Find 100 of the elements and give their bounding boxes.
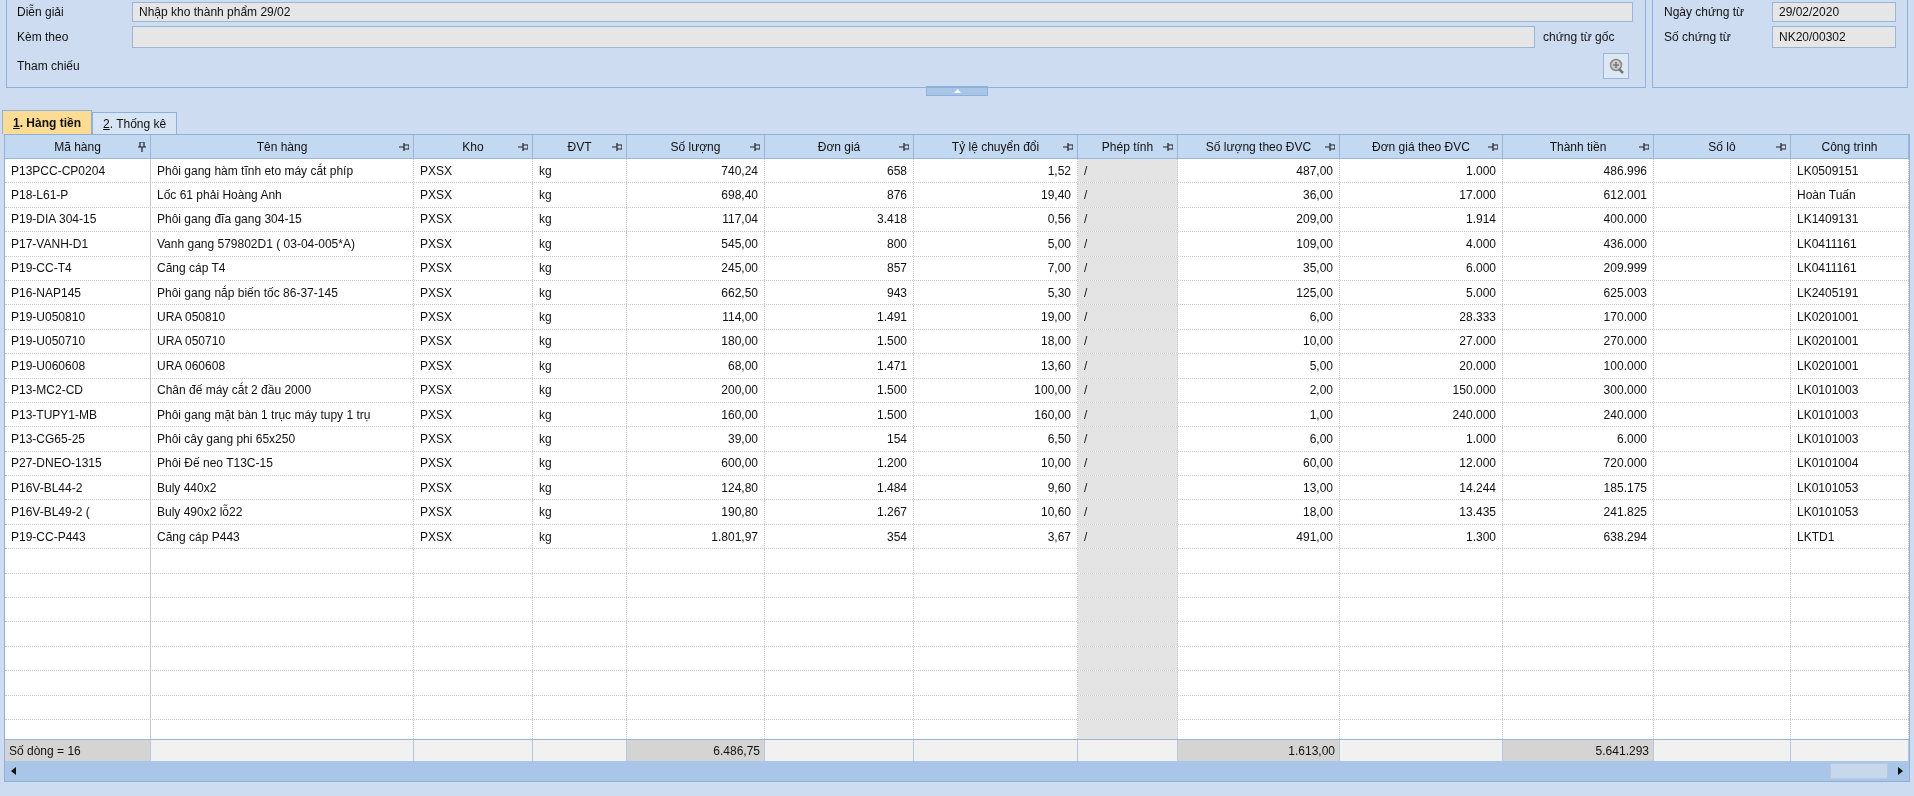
tab[interactable]: 1. Hàng tiền	[2, 110, 93, 134]
pin-icon[interactable]	[1063, 143, 1073, 151]
table-cell-text: 1.500	[876, 333, 907, 351]
table-cell-text: 19,00	[1040, 309, 1071, 327]
table-cell-text: P19-CC-T4	[11, 260, 72, 278]
table-cell-text: 124,80	[721, 479, 758, 497]
scrollbar-thumb[interactable]	[1830, 763, 1888, 779]
table-cell-text: 100,00	[1034, 382, 1071, 400]
table-cell-text: 6,00	[1309, 431, 1333, 448]
table-cell-text: 1.300	[1465, 528, 1496, 546]
table-cell: /	[1078, 451, 1178, 476]
table-cell: /	[1078, 476, 1178, 500]
table-cell-text: 36,00	[1302, 187, 1333, 205]
column-header[interactable]: Số lượng theo ĐVC	[1205, 137, 1312, 156]
scroll-left-icon[interactable]	[11, 767, 16, 775]
collapse-handle[interactable]	[926, 86, 988, 96]
pin-icon[interactable]	[612, 143, 622, 151]
table-cell-text: 1,00	[1309, 406, 1333, 424]
table-cell-text: 20.000	[1459, 357, 1496, 375]
table-cell-text: P13PCC-CP0204	[11, 162, 106, 180]
table-cell-text: kg	[539, 162, 552, 180]
column-header[interactable]: Số lô	[1708, 137, 1736, 156]
column-header[interactable]: ĐVT	[567, 137, 592, 156]
column-header[interactable]: Tỷ lệ chuyển đổi	[951, 137, 1040, 156]
table-cell: /	[1078, 402, 1178, 427]
field-label: Diễn giải	[17, 3, 65, 21]
column-header[interactable]: Phép tính	[1101, 137, 1154, 156]
table-cell-text: 876	[886, 187, 907, 205]
table-cell-text: PXSX	[420, 528, 452, 546]
table-cell-text: 638.294	[1603, 528, 1647, 546]
table-cell-text: kg	[539, 382, 552, 400]
table-cell-text: LKTD1	[1797, 528, 1835, 546]
table-cell: /	[1078, 500, 1178, 524]
pin-icon[interactable]	[1639, 143, 1649, 151]
lookup-button[interactable]	[1603, 53, 1629, 79]
pin-icon[interactable]	[1776, 143, 1786, 151]
table-cell-text: LK0101053	[1797, 479, 1859, 497]
table-cell-text: 5,30	[1047, 284, 1071, 302]
table-cell-text: 10,60	[1040, 504, 1071, 522]
table-cell: /	[1078, 207, 1178, 232]
table-cell-text: 100.000	[1603, 357, 1647, 375]
field-label: Số chứng từ	[1664, 29, 1732, 46]
table-cell-text: 2,00	[1309, 382, 1333, 400]
zoom-in-icon	[1607, 57, 1625, 75]
table-cell-text: 545,00	[721, 235, 758, 253]
pin-icon[interactable]	[1325, 143, 1335, 151]
table-cell-text: P17-VANH-D1	[11, 235, 89, 253]
table-cell-text: Phôi cây gang phi 65x250	[157, 431, 296, 448]
table-cell-text: Phôi gang nắp biến tốc 86-37-145	[157, 284, 338, 302]
table-cell-text: 1.200	[876, 455, 907, 473]
caret-up-icon	[953, 89, 961, 93]
horizontal-scrollbar[interactable]	[5, 761, 1909, 781]
column-header[interactable]: Mã hàng	[54, 137, 101, 156]
table-cell-text: 300.000	[1603, 382, 1647, 400]
table-cell-text: 19,40	[1040, 187, 1071, 205]
table-cell: /	[1078, 159, 1178, 183]
table-cell-text: 3.418	[876, 211, 907, 229]
table-cell-text: kg	[539, 431, 552, 448]
column-header[interactable]: Đơn giá	[817, 137, 861, 156]
table-cell-text: 125,00	[1296, 284, 1333, 302]
scroll-right-icon[interactable]	[1898, 767, 1903, 775]
table-cell-text: P16-NAP145	[11, 284, 82, 302]
field-label: Kèm theo	[17, 29, 70, 46]
table-cell-text: 14.244	[1459, 479, 1496, 497]
input-field[interactable]	[132, 26, 1535, 48]
input-field[interactable]: Nhập kho thành phẩm 29/02	[132, 2, 1633, 22]
table-cell-text: 160,00	[721, 406, 758, 424]
table-cell-text: 18,00	[1040, 333, 1071, 351]
table-cell-text: PXSX	[420, 333, 452, 351]
table-cell-text: 1.914	[1465, 211, 1496, 229]
table-cell-text: 6,50	[1047, 431, 1071, 448]
table-cell-text: PXSX	[420, 357, 452, 375]
pin-icon[interactable]	[1488, 143, 1498, 151]
table-cell-text: 170.000	[1603, 309, 1647, 327]
column-header[interactable]: Số lượng	[670, 137, 721, 156]
table-cell-text: 160,00	[1034, 406, 1071, 424]
table-cell-text: PXSX	[420, 235, 452, 253]
input-field[interactable]: NK20/00302	[1772, 26, 1896, 48]
input-field[interactable]: 29/02/2020	[1772, 2, 1896, 22]
pin-icon[interactable]	[399, 143, 409, 151]
table-cell-text: LK0101053	[1797, 504, 1859, 522]
column-header[interactable]: Thành tiền	[1549, 137, 1607, 156]
table-cell-text: 487,00	[1296, 162, 1333, 180]
table-cell-text: P19-U050710	[11, 333, 86, 351]
table-cell-text: LK0201001	[1797, 309, 1859, 327]
column-header[interactable]: Tên hàng	[256, 137, 308, 156]
column-header[interactable]: Đơn giá theo ĐVC	[1372, 137, 1470, 156]
column-header[interactable]: Công trình	[1821, 137, 1878, 156]
table-cell-text: 13,60	[1040, 357, 1071, 375]
table-cell-text: 400.000	[1603, 211, 1647, 229]
pin-icon[interactable]	[899, 143, 909, 151]
column-header[interactable]: Kho	[462, 137, 484, 156]
table-cell-text: LK0201001	[1797, 357, 1859, 375]
pin-icon[interactable]	[1163, 143, 1173, 151]
table-cell-text: 13.435	[1459, 504, 1496, 522]
pin-icon[interactable]	[518, 143, 528, 151]
tab[interactable]: 2. Thống kê	[92, 112, 178, 134]
pin-icon[interactable]	[138, 142, 146, 152]
pin-icon[interactable]	[750, 143, 760, 151]
table-cell-text: P13-TUPY1-MB	[11, 406, 98, 424]
